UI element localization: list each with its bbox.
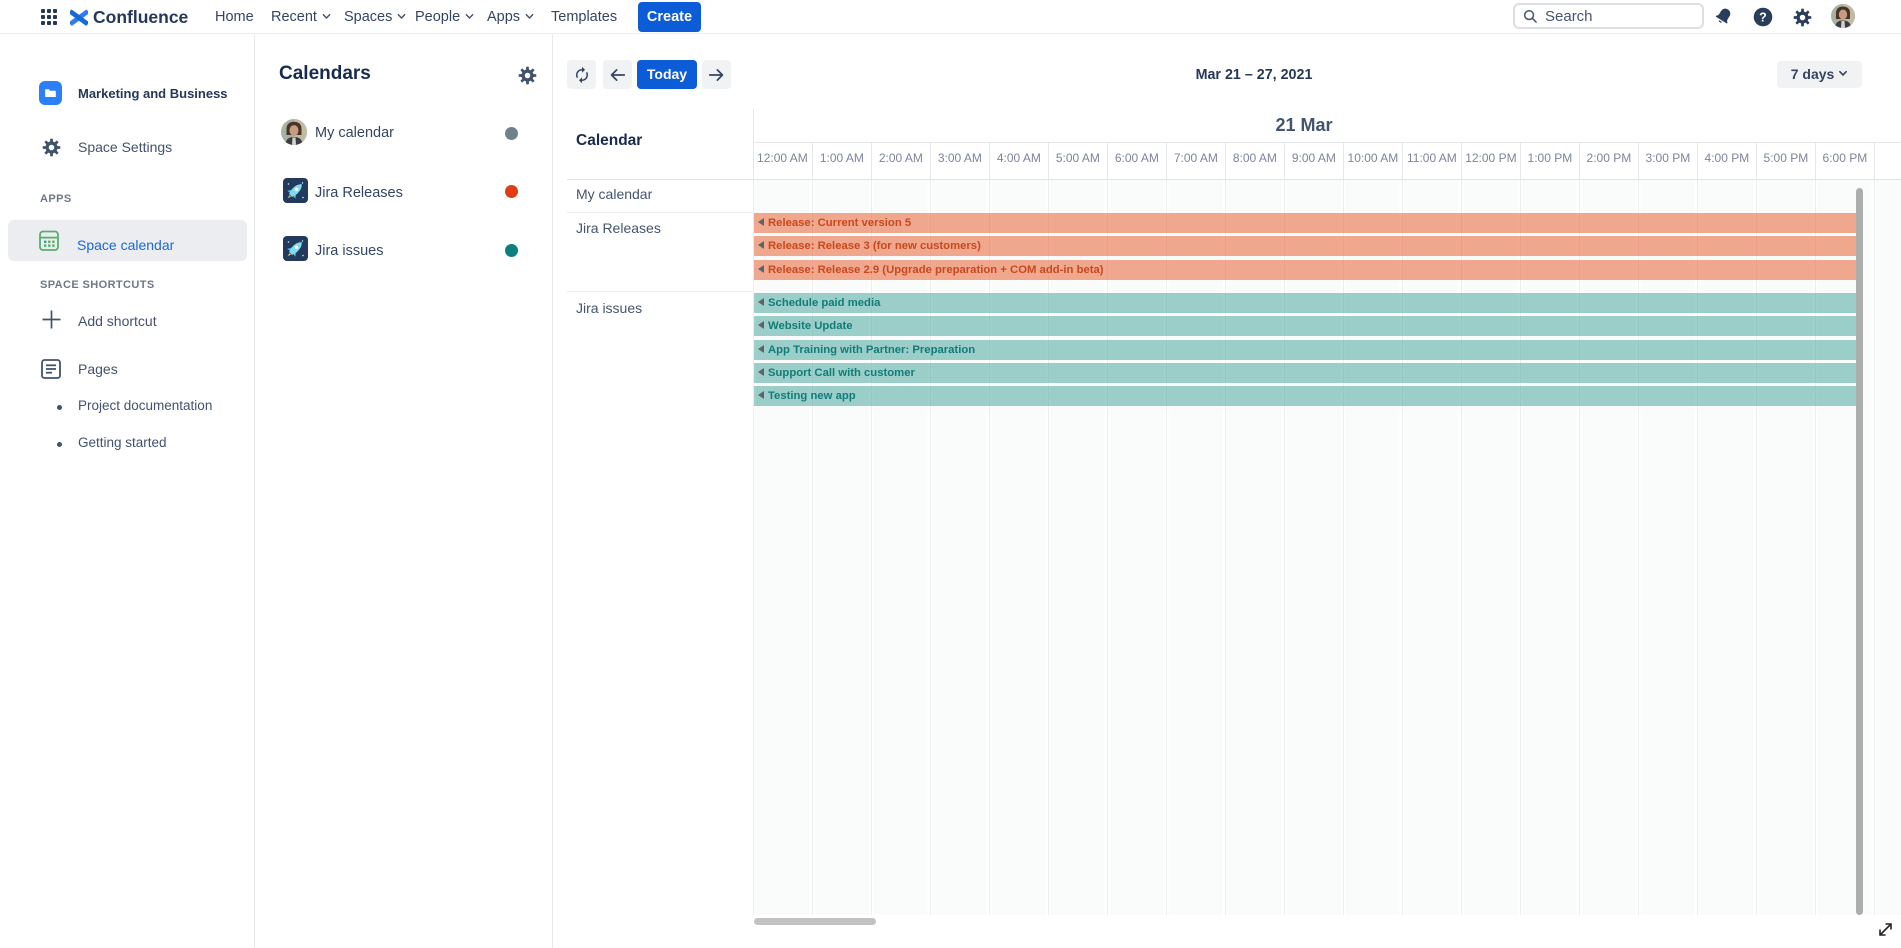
svg-text:?: ? xyxy=(1759,11,1767,25)
